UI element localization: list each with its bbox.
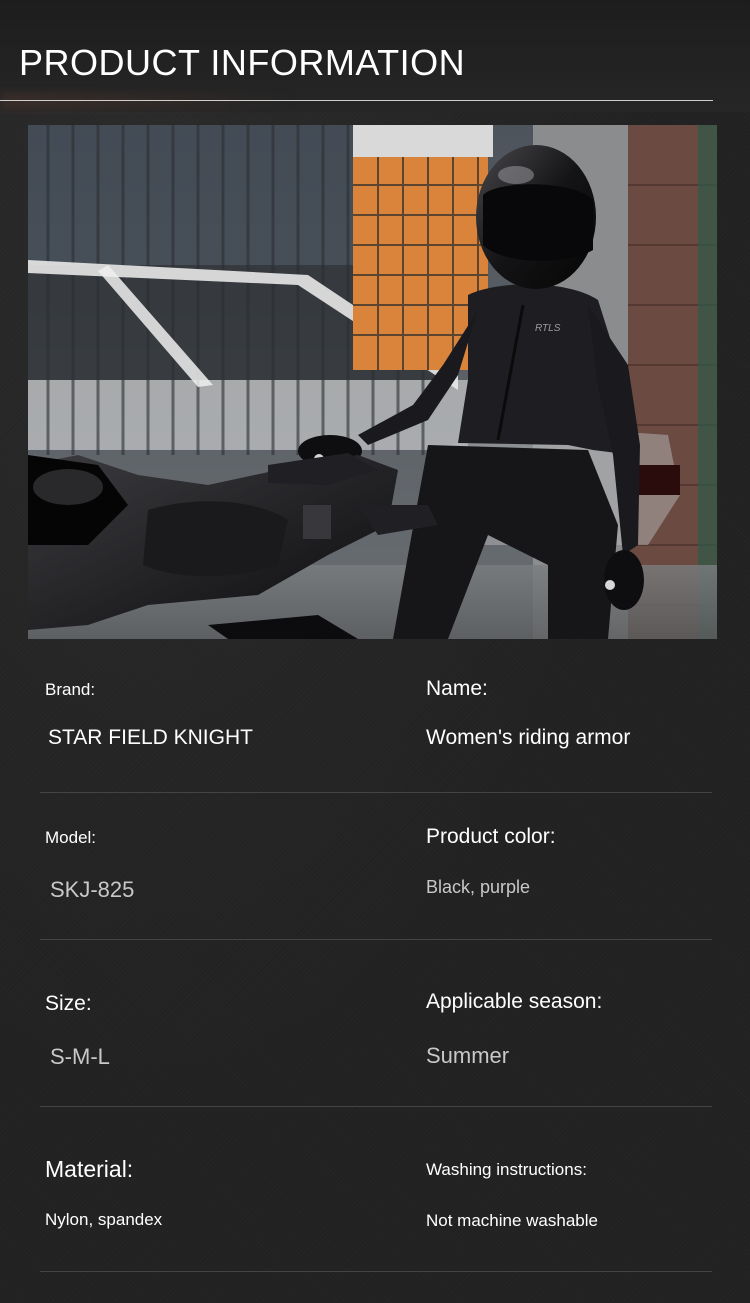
title-rule: [0, 100, 713, 101]
applicable-season-value: Summer: [426, 1043, 510, 1068]
name-label: Name:: [426, 677, 488, 700]
material-label: Material:: [45, 1156, 134, 1182]
washing-instructions-value: Not machine washable: [426, 1211, 598, 1230]
material-value: Nylon, spandex: [45, 1210, 163, 1229]
row-divider-3: [40, 1106, 712, 1107]
size-value: S-M-L: [50, 1044, 110, 1069]
product-info-page: PRODUCT INFORMATION RTLS Brand: STAR FIE…: [0, 0, 750, 1303]
product-photo-illustration: RTLS: [28, 125, 717, 639]
name-value: Women's riding armor: [426, 726, 631, 749]
product-photo: RTLS: [28, 125, 717, 639]
washing-instructions-label: Washing instructions:: [426, 1160, 587, 1179]
model-value: SKJ-825: [50, 877, 135, 902]
applicable-season-label: Applicable season:: [426, 990, 603, 1013]
size-label: Size:: [45, 992, 92, 1015]
brand-value: STAR FIELD KNIGHT: [48, 726, 253, 749]
product-color-value: Black, purple: [426, 877, 531, 897]
product-color-label: Product color:: [426, 825, 556, 848]
model-label: Model:: [45, 828, 97, 847]
brand-label: Brand:: [45, 680, 96, 699]
row-divider-4: [40, 1271, 712, 1272]
row-divider-2: [40, 939, 712, 940]
row-divider-1: [40, 792, 712, 793]
header-glow: [0, 92, 300, 110]
jacket-logo: RTLS: [535, 323, 561, 334]
page-title: PRODUCT INFORMATION: [19, 42, 466, 83]
